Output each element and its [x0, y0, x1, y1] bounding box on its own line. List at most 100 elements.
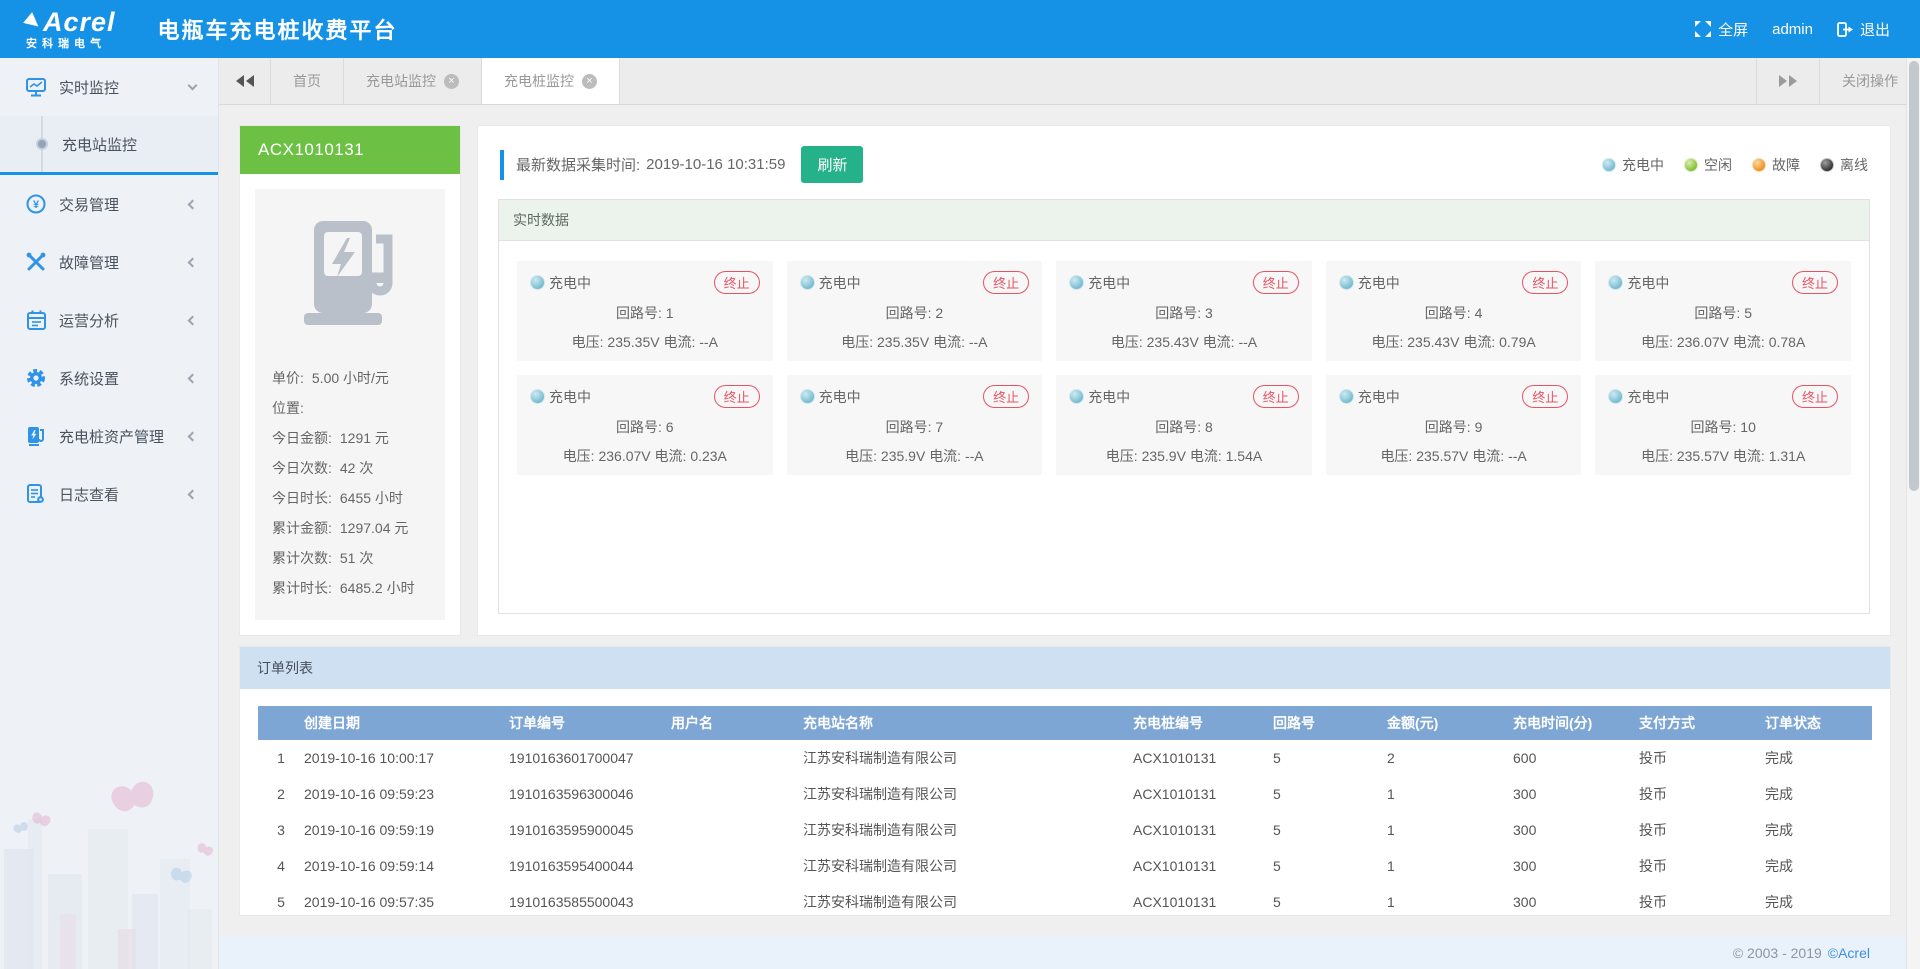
status-dot-icon — [1339, 389, 1354, 404]
stat-today-count: 今日次数:42 次 — [272, 453, 445, 483]
sidebar-item-settings[interactable]: 系统设置 — [0, 349, 218, 407]
collect-time-value: 2019-10-16 10:31:59 — [646, 156, 785, 173]
terminate-button[interactable]: 终止 — [714, 271, 760, 294]
chevron-down-icon — [188, 80, 198, 90]
vertical-scrollbar[interactable] — [1906, 58, 1920, 969]
terminate-button[interactable]: 终止 — [983, 271, 1029, 294]
sidebar-item-realtime-monitor[interactable]: 实时监控 — [0, 58, 218, 116]
top-header: Acrel 安科瑞电气 电瓶车充电桩收费平台 全屏 admin 退出 — [0, 0, 1920, 58]
table-row[interactable]: 4 2019-10-16 09:59:14 1910163595400044 江… — [258, 848, 1872, 884]
sidebar-item-station-monitor[interactable]: 充电站监控 — [0, 116, 218, 172]
col-circuit-no: 回路号 — [1271, 713, 1385, 733]
logo-text: Acrel — [26, 9, 116, 36]
tab-station-monitor[interactable]: 充电站监控 × — [344, 58, 482, 104]
refresh-button[interactable]: 刷新 — [801, 146, 863, 183]
status-dot-icon — [800, 389, 815, 404]
scroll-tabs-right-button[interactable] — [1756, 58, 1819, 104]
header-controls: 全屏 admin 退出 — [1695, 19, 1890, 40]
butterfly-icon — [169, 866, 193, 885]
col-pay-method: 支付方式 — [1637, 713, 1763, 733]
terminate-button[interactable]: 终止 — [1522, 271, 1568, 294]
circuit-card-8: 充电中终止 回路号: 8 电压: 235.9V 电流: 1.54A — [1056, 375, 1312, 475]
sidebar-item-faults[interactable]: 故障管理 — [0, 233, 218, 291]
pile-stats: 单价:5.00 小时/元 位置: 今日金额:1291 元 今日次数:42 次 今… — [255, 363, 445, 603]
col-station-name: 充电站名称 — [801, 713, 1131, 733]
status-dot-icon — [1608, 275, 1623, 290]
sidebar: 实时监控 充电站监控 ¥ 交易管理 — [0, 58, 219, 969]
col-create-date: 创建日期 — [302, 713, 507, 733]
stat-today-duration: 今日时长:6455 小时 — [272, 483, 445, 513]
butterfly-icon — [196, 842, 215, 858]
close-operations-button[interactable]: 关闭操作 — [1819, 58, 1920, 104]
double-right-arrow-icon — [1779, 75, 1797, 87]
terminate-button[interactable]: 终止 — [1792, 385, 1838, 408]
terminate-button[interactable]: 终止 — [1522, 385, 1568, 408]
terminate-button[interactable]: 终止 — [714, 385, 760, 408]
stat-total-count: 累计次数:51 次 — [272, 543, 445, 573]
stat-today-amount: 今日金额:1291 元 — [272, 423, 445, 453]
logout-button[interactable]: 退出 — [1837, 19, 1890, 40]
tab-bar: 首页 充电站监控 × 充电桩监控 × 关闭操作 — [219, 58, 1920, 105]
table-row[interactable]: 5 2019-10-16 09:57:35 1910163585500043 江… — [258, 884, 1872, 915]
chevron-left-icon — [188, 489, 198, 499]
sidebar-item-transactions[interactable]: ¥ 交易管理 — [0, 175, 218, 233]
sidebar-item-logs[interactable]: 日志查看 — [0, 465, 218, 523]
fault-icon — [26, 252, 46, 272]
circuit-card-7: 充电中终止 回路号: 7 电压: 235.9V 电流: --A — [787, 375, 1043, 475]
close-icon[interactable]: × — [582, 74, 597, 89]
terminate-button[interactable]: 终止 — [1253, 271, 1299, 294]
orders-panel: 订单列表 创建日期 订单编号 用户名 充电站名称 充电桩编号 回路号 金额(元)… — [240, 647, 1890, 915]
brand-link[interactable]: ©Acrel — [1828, 945, 1870, 961]
tab-pile-monitor[interactable]: 充电桩监控 × — [482, 58, 620, 104]
status-legend: 充电中 空闲 故障 离线 — [1602, 155, 1868, 175]
col-order-no: 订单编号 — [507, 713, 669, 733]
legend-idle: 空闲 — [1684, 155, 1732, 175]
status-dot-icon — [1069, 275, 1084, 290]
orders-table-header: 创建日期 订单编号 用户名 充电站名称 充电桩编号 回路号 金额(元) 充电时间… — [258, 706, 1872, 740]
butterfly-icon — [30, 811, 51, 829]
analysis-icon — [26, 310, 46, 330]
tab-home[interactable]: 首页 — [271, 58, 344, 104]
terminate-button[interactable]: 终止 — [1792, 271, 1838, 294]
legend-offline: 离线 — [1820, 155, 1868, 175]
fullscreen-button[interactable]: 全屏 — [1695, 19, 1748, 40]
terminate-button[interactable]: 终止 — [983, 385, 1029, 408]
pile-info-panel: ACX1010131 单价:5.00 小时/元 位置 — [240, 126, 460, 635]
legend-charging: 充电中 — [1602, 155, 1664, 175]
submenu-dot-icon — [36, 138, 48, 150]
scroll-tabs-left-button[interactable] — [219, 58, 271, 104]
table-row[interactable]: 3 2019-10-16 09:59:19 1910163595900045 江… — [258, 812, 1872, 848]
city-watermark — [0, 779, 219, 969]
table-row[interactable]: 2 2019-10-16 09:59:23 1910163596300046 江… — [258, 776, 1872, 812]
stat-total-amount: 累计金额:1297.04 元 — [272, 513, 445, 543]
gear-icon — [26, 368, 46, 388]
butterfly-icon — [110, 780, 157, 817]
realtime-panel: 最新数据采集时间: 2019-10-16 10:31:59 刷新 充电中 空闲 … — [478, 126, 1890, 635]
pile-code: ACX1010131 — [240, 126, 460, 174]
svg-text:¥: ¥ — [33, 199, 40, 211]
sidebar-item-pile-assets[interactable]: 充电桩资产管理 — [0, 407, 218, 465]
table-row[interactable]: 1 2019-10-16 10:00:17 1910163601700047 江… — [258, 740, 1872, 776]
chevron-left-icon — [188, 431, 198, 441]
circuit-card-3: 充电中终止 回路号: 3 电压: 235.43V 电流: --A — [1056, 261, 1312, 361]
monitor-icon — [26, 77, 46, 97]
idle-dot-icon — [1684, 158, 1698, 172]
username[interactable]: admin — [1772, 21, 1813, 38]
sidebar-submenu: 充电站监控 — [0, 116, 218, 175]
sidebar-item-analytics[interactable]: 运营分析 — [0, 291, 218, 349]
orders-title: 订单列表 — [240, 647, 1890, 689]
status-dot-icon — [1339, 275, 1354, 290]
logo-subtext: 安科瑞电气 — [26, 39, 116, 50]
circuit-card-10: 充电中终止 回路号: 10 电压: 235.57V 电流: 1.31A — [1595, 375, 1851, 475]
col-pile-no: 充电桩编号 — [1131, 713, 1271, 733]
scrollbar-thumb[interactable] — [1909, 61, 1919, 491]
tabbar-spacer — [620, 58, 1756, 104]
terminate-button[interactable]: 终止 — [1253, 385, 1299, 408]
circuit-card-6: 充电中终止 回路号: 6 电压: 236.07V 电流: 0.23A — [517, 375, 773, 475]
chevron-left-icon — [188, 199, 198, 209]
logout-icon — [1837, 22, 1853, 37]
close-icon[interactable]: × — [444, 74, 459, 89]
status-dot-icon — [530, 389, 545, 404]
charging-pile-small-icon — [26, 426, 46, 446]
charging-dot-icon — [1602, 158, 1616, 172]
